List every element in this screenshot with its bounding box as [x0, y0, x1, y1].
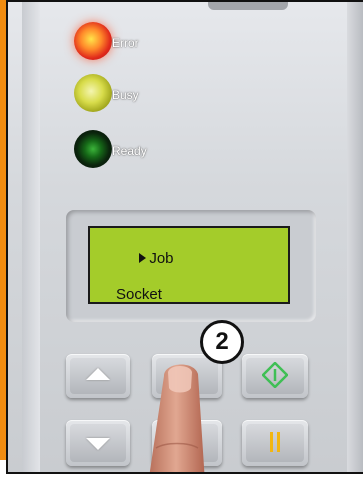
- lcd-menu-item-socket: Socket: [116, 286, 162, 303]
- control-panel-photo: Error Busy Ready Job Socket 2: [6, 0, 363, 474]
- menu-cursor-icon: [139, 253, 147, 263]
- panel-right-edge: [347, 2, 363, 472]
- start-button[interactable]: [242, 354, 308, 398]
- pause-bar-left: [270, 432, 273, 452]
- start-diamond-icon: [262, 362, 288, 388]
- pause-icon: [269, 432, 281, 454]
- pause-button[interactable]: [242, 420, 308, 466]
- busy-led-label: Busy: [112, 88, 139, 102]
- error-led-label: Error: [112, 36, 139, 50]
- panel-left-edge: [22, 2, 40, 472]
- down-arrow-button[interactable]: [66, 420, 130, 466]
- lcd-menu-item-job: Job: [149, 250, 174, 267]
- lcd-line-1: Job: [106, 232, 288, 286]
- finger-pressing-enter: [149, 364, 205, 472]
- up-arrow-button[interactable]: [66, 354, 130, 398]
- ready-led-label: Ready: [112, 144, 147, 158]
- pause-bar-right: [277, 432, 280, 452]
- step-number-badge: 2: [200, 320, 244, 364]
- error-led-icon: [74, 22, 112, 60]
- lcd-display: Job Socket: [88, 226, 290, 304]
- panel-top-slot: [208, 2, 288, 10]
- arrow-down-icon: [86, 438, 110, 450]
- arrow-up-icon: [86, 368, 110, 380]
- ready-led-icon: [74, 130, 112, 168]
- printer-control-panel-figure: Error Busy Ready Job Socket 2: [0, 0, 363, 482]
- busy-led-icon: [74, 74, 112, 112]
